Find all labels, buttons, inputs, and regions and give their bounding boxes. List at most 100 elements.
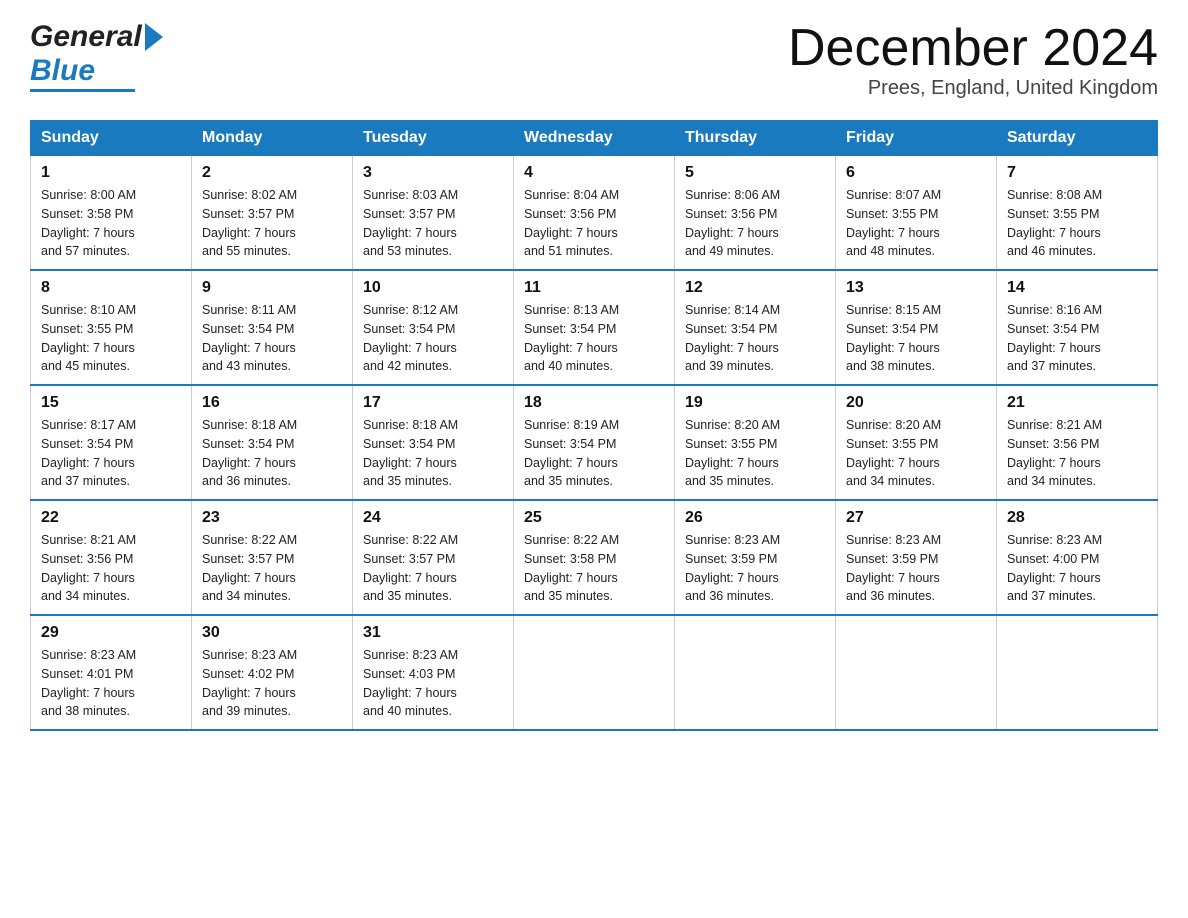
col-saturday: Saturday	[997, 121, 1158, 156]
day-info: Sunrise: 8:16 AMSunset: 3:54 PMDaylight:…	[1007, 301, 1147, 376]
day-number: 10	[363, 279, 503, 297]
title-section: December 2024 Prees, England, United Kin…	[788, 20, 1158, 100]
day-info: Sunrise: 8:23 AMSunset: 4:03 PMDaylight:…	[363, 646, 503, 721]
day-number: 24	[363, 509, 503, 527]
month-title: December 2024	[788, 20, 1158, 77]
day-number: 4	[524, 164, 664, 182]
day-number: 18	[524, 394, 664, 412]
table-row: 7Sunrise: 8:08 AMSunset: 3:55 PMDaylight…	[997, 156, 1158, 271]
table-row: 20Sunrise: 8:20 AMSunset: 3:55 PMDayligh…	[836, 385, 997, 500]
day-number: 8	[41, 279, 181, 297]
calendar-week-row: 8 Sunrise: 8:10 AMSunset: 3:55 PMDaylight…	[31, 270, 1158, 385]
day-info: Sunrise: 8:06 AMSunset: 3:56 PMDaylight:…	[685, 186, 825, 261]
day-info: Sunrise: 8:23 AMSunset: 4:01 PMDaylight:…	[41, 646, 181, 721]
table-row: 27Sunrise: 8:23 AMSunset: 3:59 PMDayligh…	[836, 500, 997, 615]
logo-general-row: General	[30, 20, 163, 54]
day-info: Sunrise: 8:20 AMSunset: 3:55 PMDaylight:…	[846, 416, 986, 491]
table-row: 18Sunrise: 8:19 AMSunset: 3:54 PMDayligh…	[514, 385, 675, 500]
table-row: 3 Sunrise: 8:03 AMSunset: 3:57 PMDaylight…	[353, 156, 514, 271]
calendar-body: 1 Sunrise: 8:00 AMSunset: 3:58 PMDaylight…	[31, 156, 1158, 731]
page-header: General Blue December 2024 Prees, Englan…	[30, 20, 1158, 100]
day-number: 1	[41, 164, 181, 182]
day-number: 15	[41, 394, 181, 412]
table-row: 11Sunrise: 8:13 AMSunset: 3:54 PMDayligh…	[514, 270, 675, 385]
table-row	[675, 615, 836, 730]
logo-arrow-icon	[145, 23, 163, 51]
table-row: 25Sunrise: 8:22 AMSunset: 3:58 PMDayligh…	[514, 500, 675, 615]
logo-blue-row: Blue	[30, 54, 95, 88]
col-sunday: Sunday	[31, 121, 192, 156]
day-number: 28	[1007, 509, 1147, 527]
col-thursday: Thursday	[675, 121, 836, 156]
col-wednesday: Wednesday	[514, 121, 675, 156]
day-info: Sunrise: 8:11 AMSunset: 3:54 PMDaylight:…	[202, 301, 342, 376]
table-row: 22Sunrise: 8:21 AMSunset: 3:56 PMDayligh…	[31, 500, 192, 615]
table-row: 8 Sunrise: 8:10 AMSunset: 3:55 PMDaylight…	[31, 270, 192, 385]
table-row: 21Sunrise: 8:21 AMSunset: 3:56 PMDayligh…	[997, 385, 1158, 500]
day-info: Sunrise: 8:17 AMSunset: 3:54 PMDaylight:…	[41, 416, 181, 491]
table-row: 31Sunrise: 8:23 AMSunset: 4:03 PMDayligh…	[353, 615, 514, 730]
day-info: Sunrise: 8:03 AMSunset: 3:57 PMDaylight:…	[363, 186, 503, 261]
col-tuesday: Tuesday	[353, 121, 514, 156]
table-row: 23 Sunrise: 8:22 AMSunset: 3:57 PMDayligh…	[192, 500, 353, 615]
table-row: 26 Sunrise: 8:23 AMSunset: 3:59 PMDayligh…	[675, 500, 836, 615]
table-row: 28 Sunrise: 8:23 AMSunset: 4:00 PMDayligh…	[997, 500, 1158, 615]
day-info: Sunrise: 8:23 AMSunset: 4:02 PMDaylight:…	[202, 646, 342, 721]
table-row: 14 Sunrise: 8:16 AMSunset: 3:54 PMDayligh…	[997, 270, 1158, 385]
table-row: 5 Sunrise: 8:06 AMSunset: 3:56 PMDaylight…	[675, 156, 836, 271]
day-number: 14	[1007, 279, 1147, 297]
day-info: Sunrise: 8:18 AMSunset: 3:54 PMDaylight:…	[363, 416, 503, 491]
calendar-week-row: 22Sunrise: 8:21 AMSunset: 3:56 PMDayligh…	[31, 500, 1158, 615]
calendar-table: Sunday Monday Tuesday Wednesday Thursday…	[30, 120, 1158, 731]
table-row: 15 Sunrise: 8:17 AMSunset: 3:54 PMDayligh…	[31, 385, 192, 500]
day-number: 23	[202, 509, 342, 527]
day-info: Sunrise: 8:22 AMSunset: 3:57 PMDaylight:…	[202, 531, 342, 606]
day-number: 19	[685, 394, 825, 412]
table-row: 9 Sunrise: 8:11 AMSunset: 3:54 PMDaylight…	[192, 270, 353, 385]
day-number: 16	[202, 394, 342, 412]
table-row: 10 Sunrise: 8:12 AMSunset: 3:54 PMDayligh…	[353, 270, 514, 385]
day-info: Sunrise: 8:22 AMSunset: 3:58 PMDaylight:…	[524, 531, 664, 606]
day-info: Sunrise: 8:21 AMSunset: 3:56 PMDaylight:…	[1007, 416, 1147, 491]
day-number: 7	[1007, 164, 1147, 182]
table-row	[514, 615, 675, 730]
day-info: Sunrise: 8:14 AMSunset: 3:54 PMDaylight:…	[685, 301, 825, 376]
table-row: 24Sunrise: 8:22 AMSunset: 3:57 PMDayligh…	[353, 500, 514, 615]
day-number: 5	[685, 164, 825, 182]
day-number: 17	[363, 394, 503, 412]
day-number: 29	[41, 624, 181, 642]
day-info: Sunrise: 8:00 AMSunset: 3:58 PMDaylight:…	[41, 186, 181, 261]
day-number: 26	[685, 509, 825, 527]
day-number: 2	[202, 164, 342, 182]
table-row: 16 Sunrise: 8:18 AMSunset: 3:54 PMDayligh…	[192, 385, 353, 500]
day-number: 13	[846, 279, 986, 297]
day-info: Sunrise: 8:18 AMSunset: 3:54 PMDaylight:…	[202, 416, 342, 491]
location-text: Prees, England, United Kingdom	[788, 77, 1158, 100]
header-row: Sunday Monday Tuesday Wednesday Thursday…	[31, 121, 1158, 156]
table-row: 19 Sunrise: 8:20 AMSunset: 3:55 PMDayligh…	[675, 385, 836, 500]
day-number: 12	[685, 279, 825, 297]
day-number: 3	[363, 164, 503, 182]
day-info: Sunrise: 8:23 AMSunset: 3:59 PMDaylight:…	[846, 531, 986, 606]
col-monday: Monday	[192, 121, 353, 156]
day-info: Sunrise: 8:04 AMSunset: 3:56 PMDaylight:…	[524, 186, 664, 261]
table-row: 6Sunrise: 8:07 AMSunset: 3:55 PMDaylight…	[836, 156, 997, 271]
table-row	[836, 615, 997, 730]
table-row: 12 Sunrise: 8:14 AMSunset: 3:54 PMDayligh…	[675, 270, 836, 385]
day-info: Sunrise: 8:23 AMSunset: 4:00 PMDaylight:…	[1007, 531, 1147, 606]
logo-general-text: General	[30, 20, 142, 54]
logo: General Blue	[30, 20, 163, 92]
day-info: Sunrise: 8:12 AMSunset: 3:54 PMDaylight:…	[363, 301, 503, 376]
table-row: 13 Sunrise: 8:15 AMSunset: 3:54 PMDayligh…	[836, 270, 997, 385]
day-number: 11	[524, 279, 664, 297]
table-row: 29 Sunrise: 8:23 AMSunset: 4:01 PMDayligh…	[31, 615, 192, 730]
table-row: 4 Sunrise: 8:04 AMSunset: 3:56 PMDaylight…	[514, 156, 675, 271]
calendar-week-row: 15 Sunrise: 8:17 AMSunset: 3:54 PMDayligh…	[31, 385, 1158, 500]
day-info: Sunrise: 8:15 AMSunset: 3:54 PMDaylight:…	[846, 301, 986, 376]
day-info: Sunrise: 8:20 AMSunset: 3:55 PMDaylight:…	[685, 416, 825, 491]
day-info: Sunrise: 8:23 AMSunset: 3:59 PMDaylight:…	[685, 531, 825, 606]
day-number: 6	[846, 164, 986, 182]
day-number: 9	[202, 279, 342, 297]
day-info: Sunrise: 8:10 AMSunset: 3:55 PMDaylight:…	[41, 301, 181, 376]
logo-blue-text: Blue	[30, 54, 95, 88]
